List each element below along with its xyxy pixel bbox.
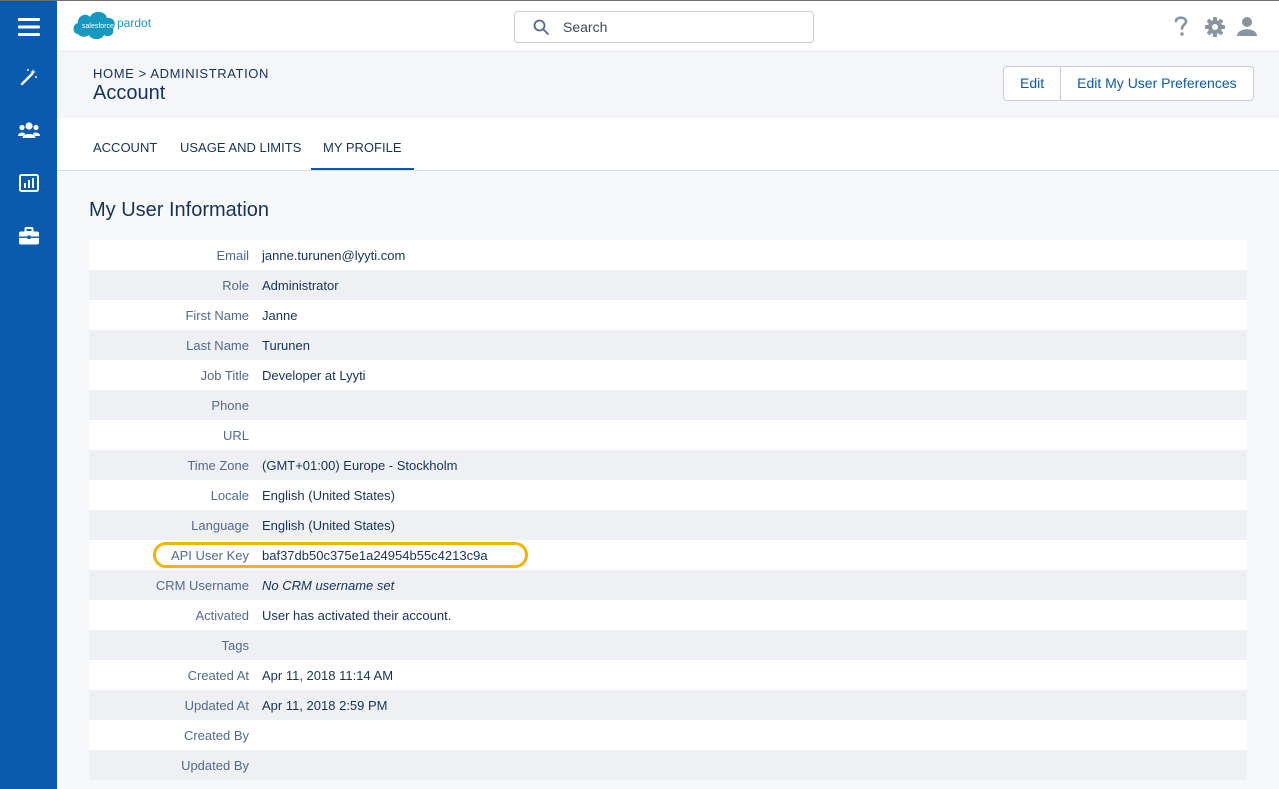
user-profile-button[interactable] [1237,16,1257,41]
info-row-api-user-key: API User Key baf37db50c375e1a24954b55c42… [89,540,1247,570]
info-label: URL [222,427,249,443]
user-info-table: Email janne.turunen@lyyti.com Role Admin… [89,240,1247,780]
breadcrumb-home-link[interactable]: HOME [93,66,134,81]
info-value: No CRM username set [262,577,395,593]
info-label: Role [222,277,249,293]
nav-prospects-button[interactable] [0,104,57,156]
info-row-updated-by: Updated By [89,750,1247,780]
info-row-phone: Phone [89,390,1247,420]
info-row-last-name: Last Name Turunen [89,330,1247,360]
cloud-logo-icon: salesforce pardot [73,11,152,40]
breadcrumb-separator: > [138,66,147,81]
info-value: Apr 11, 2018 2:59 PM [262,697,388,713]
tab-usage-and-limits[interactable]: USAGE AND LIMITS [180,118,301,170]
info-row-language: Language English (United States) [89,510,1247,540]
info-row-locale: Locale English (United States) [89,480,1247,510]
info-value: User has activated their account. [262,607,452,623]
info-label: Time Zone [187,457,249,473]
info-value: English (United States) [262,517,395,533]
page-header: HOME > ADMINISTRATION Account Edit Edit … [57,52,1279,118]
info-label: Job Title [200,367,249,383]
info-label: Tags [221,637,249,653]
info-value: English (United States) [262,487,395,503]
page-title: Account [93,82,166,104]
info-label: Created By [183,727,249,743]
info-row-time-zone: Time Zone (GMT+01:00) Europe - Stockholm [89,450,1247,480]
breadcrumb-administration-link[interactable]: ADMINISTRATION [150,66,269,81]
header-button-group: Edit Edit My User Preferences [1003,66,1254,101]
info-value: janne.turunen@lyyti.com [262,247,406,263]
edit-preferences-button[interactable]: Edit My User Preferences [1060,67,1253,100]
top-header: salesforce pardot Search [57,1,1279,52]
settings-button[interactable] [1205,17,1225,42]
section-title: My User Information [89,199,270,221]
info-label: Updated By [181,757,249,773]
edit-button[interactable]: Edit [1004,67,1060,100]
info-label: Language [191,517,249,533]
breadcrumb: HOME > ADMINISTRATION [93,66,269,81]
info-row-updated-at: Updated At Apr 11, 2018 2:59 PM [89,690,1247,720]
tab-account[interactable]: ACCOUNT [93,118,157,170]
info-label: First Name [185,307,249,323]
salesforce-pardot-logo[interactable]: salesforce pardot [72,6,152,44]
info-row-job-title: Job Title Developer at Lyyti [89,360,1247,390]
nav-reports-button[interactable] [0,157,57,209]
logo-product-text: pardot [117,16,152,30]
nav-admin-button[interactable] [0,210,57,262]
menu-icon [17,18,40,36]
help-icon [1174,16,1188,36]
info-value: Apr 11, 2018 11:14 AM [262,667,394,683]
gear-icon [1205,17,1225,37]
info-value: Janne [262,307,298,323]
info-row-crm-username: CRM Username No CRM username set [89,570,1247,600]
info-row-email: Email janne.turunen@lyyti.com [89,240,1247,270]
info-row-created-by: Created By [89,720,1247,750]
left-navigation [0,1,57,789]
info-row-first-name: First Name Janne [89,300,1247,330]
info-label: Locale [210,487,249,503]
magic-wand-icon [20,69,37,86]
info-label: Last Name [186,337,249,353]
info-label: Phone [211,397,249,413]
info-value: (GMT+01:00) Europe - Stockholm [262,457,458,473]
info-row-activated: Activated User has activated their accou… [89,600,1247,630]
tab-bar: ACCOUNT USAGE AND LIMITS MY PROFILE [57,118,1279,171]
chart-icon [18,174,39,192]
info-label: Created At [187,667,249,683]
help-button[interactable] [1173,15,1189,42]
info-row-tags: Tags [89,630,1247,660]
user-icon [1237,17,1257,36]
people-icon [17,122,40,138]
info-value: Turunen [262,337,310,353]
info-label: Updated At [184,697,249,713]
briefcase-icon [18,227,39,245]
info-row-url: URL [89,420,1247,450]
info-row-created-at: Created At Apr 11, 2018 11:14 AM [89,660,1247,690]
info-value: Developer at Lyyti [262,367,366,383]
menu-button[interactable] [0,1,57,53]
search-placeholder: Search [563,19,608,35]
main-content: My User Information Email janne.turunen@… [57,171,1279,789]
info-label: Activated [195,607,249,623]
search-input[interactable]: Search [514,11,814,43]
info-row-role: Role Administrator [89,270,1247,300]
info-value: Administrator [262,277,339,293]
tab-my-profile[interactable]: MY PROFILE [311,118,414,170]
info-label: Email [216,247,249,263]
search-icon [533,19,549,35]
logo-brand-text: salesforce [82,23,114,30]
api-key-highlight-outline [153,542,528,568]
nav-marketing-button[interactable] [0,51,57,103]
info-label: CRM Username [155,577,249,593]
